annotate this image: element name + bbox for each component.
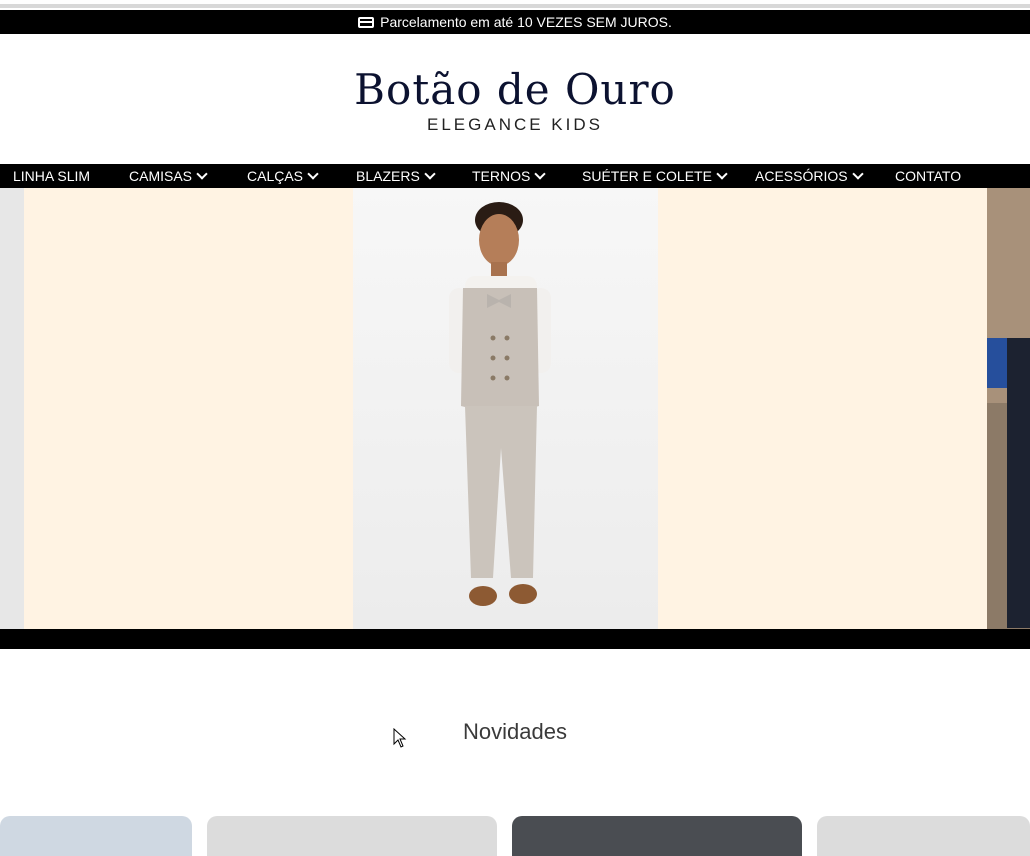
nav-item-contato[interactable]: CONTATO: [895, 164, 961, 188]
nav-item-linha-slim[interactable]: LINHA SLIM: [13, 164, 90, 188]
promo-text: Parcelamento em até 10 VEZES SEM JUROS.: [380, 14, 672, 30]
promo-bar: Parcelamento em até 10 VEZES SEM JUROS.: [0, 10, 1030, 34]
nav-item-label: BLAZERS: [356, 168, 420, 184]
product-card[interactable]: [512, 816, 802, 856]
nav-item-label: LINHA SLIM: [13, 168, 91, 184]
nav-item-label: CAMISAS: [129, 168, 193, 184]
logo-brand: Botão de Ouro: [354, 65, 676, 114]
site-logo[interactable]: Botão de Ouro ELEGANCE KIDS: [0, 64, 1030, 134]
product-card[interactable]: [0, 816, 192, 856]
nav-item-label: CONTATO: [895, 168, 962, 184]
main-nav: LINHA SLIM CAMISAS CALÇAS BLAZERS TERNOS…: [0, 164, 1030, 188]
hero-product-photo: [353, 188, 658, 629]
chevron-down-icon: [307, 168, 319, 180]
carousel-prev-slide-peek[interactable]: [0, 188, 24, 629]
carousel-next-slide-peek[interactable]: [987, 188, 1030, 629]
nav-item-label: TERNOS: [472, 168, 531, 184]
product-card[interactable]: [817, 816, 1030, 856]
nav-item-ternos[interactable]: TERNOS: [472, 164, 547, 188]
hero-carousel[interactable]: [0, 188, 1030, 629]
nav-item-calcas[interactable]: CALÇAS: [247, 164, 319, 188]
chevron-down-icon: [196, 168, 208, 180]
chevron-down-icon: [424, 168, 436, 180]
nav-item-blazers[interactable]: BLAZERS: [356, 164, 436, 188]
nav-item-camisas[interactable]: CAMISAS: [129, 164, 208, 188]
hero-bottom-bar: [0, 629, 1030, 649]
chevron-down-icon: [851, 168, 864, 180]
logo-tagline: ELEGANCE KIDS: [427, 115, 603, 134]
nav-item-acessorios[interactable]: ACESSÓRIOS: [755, 164, 864, 188]
section-title-novidades: Novidades: [463, 719, 567, 744]
browser-top-line: [0, 0, 1030, 8]
nav-item-label: SUÉTER E COLETE: [582, 168, 712, 184]
nav-item-label: CALÇAS: [247, 168, 304, 184]
chevron-down-icon: [716, 168, 728, 180]
nav-item-sueter-colete[interactable]: SUÉTER E COLETE: [582, 164, 728, 188]
nav-item-label: ACESSÓRIOS: [755, 168, 848, 184]
credit-card-icon: [358, 16, 375, 28]
chevron-down-icon: [534, 168, 547, 180]
next-slide-suit: [1007, 338, 1030, 628]
product-card[interactable]: [207, 816, 497, 856]
mouse-cursor-icon: [393, 728, 407, 748]
